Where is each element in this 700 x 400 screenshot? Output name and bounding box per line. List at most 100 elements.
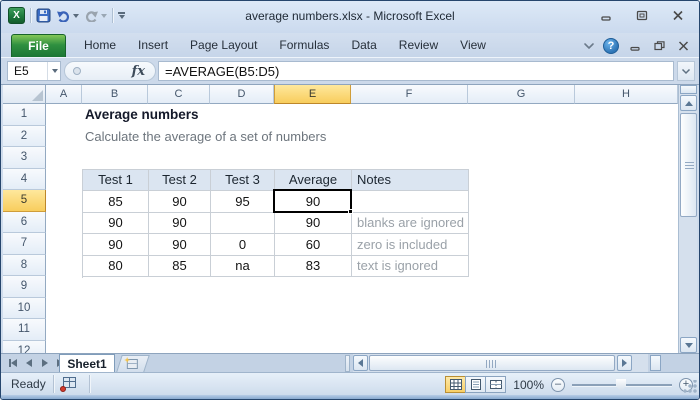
resize-grip[interactable] (684, 380, 697, 393)
tab-insert[interactable]: Insert (127, 33, 179, 57)
table-cell[interactable] (352, 191, 469, 213)
column-header-B[interactable]: B (82, 85, 148, 104)
tab-review[interactable]: Review (388, 33, 449, 57)
sheet-tab-sheet1[interactable]: Sheet1 (59, 354, 115, 372)
table-header-cell[interactable]: Test 1 (83, 169, 149, 191)
table-cell[interactable]: blanks are ignored (352, 212, 469, 234)
table-header-cell[interactable]: Average (275, 169, 352, 191)
restore-button[interactable] (631, 8, 653, 23)
column-header-E[interactable]: E (274, 85, 351, 104)
formula-bar-handle[interactable] (73, 67, 81, 75)
fill-handle[interactable] (348, 208, 353, 214)
table-header-cell[interactable]: Test 3 (211, 169, 275, 191)
formula-input[interactable]: =AVERAGE(B5:D5) (158, 61, 674, 81)
page-break-view-button[interactable] (485, 376, 507, 393)
row-header-6[interactable]: 6 (3, 211, 46, 233)
tab-page-layout[interactable]: Page Layout (179, 33, 268, 57)
tab-data[interactable]: Data (340, 33, 387, 57)
row-header-8[interactable]: 8 (3, 254, 46, 276)
minimize-button[interactable] (595, 8, 617, 23)
cell-text-title[interactable]: Average numbers (85, 107, 199, 122)
table-cell[interactable]: 90 (149, 212, 211, 234)
table-cell[interactable]: na (211, 255, 275, 277)
column-header-H[interactable]: H (575, 85, 678, 104)
previous-sheet-button[interactable] (22, 356, 35, 370)
row-header-7[interactable]: 7 (3, 233, 46, 255)
horizontal-scrollbar-thumb[interactable] (369, 355, 615, 371)
table-cell[interactable]: 85 (149, 255, 211, 277)
vertical-scrollbar-thumb[interactable] (680, 113, 697, 217)
table-cell[interactable]: 85 (83, 191, 149, 213)
table-cell[interactable]: 80 (83, 255, 149, 277)
page-layout-view-button[interactable] (465, 376, 487, 393)
table-header-cell[interactable]: Test 2 (149, 169, 211, 191)
row-header-11[interactable]: 11 (3, 319, 46, 341)
vertical-scrollbar[interactable] (678, 85, 697, 353)
tab-file[interactable]: File (11, 34, 66, 57)
row-header-3[interactable]: 3 (3, 147, 46, 169)
save-icon[interactable] (36, 7, 51, 24)
row-header-2[interactable]: 2 (3, 125, 46, 147)
tab-view[interactable]: View (449, 33, 497, 57)
close-button[interactable] (667, 8, 689, 23)
scroll-left-button[interactable] (353, 355, 368, 371)
zoom-slider-thumb[interactable] (616, 378, 626, 392)
table-cell[interactable]: 90 (83, 212, 149, 234)
column-header-G[interactable]: G (468, 85, 575, 104)
column-header-D[interactable]: D (210, 85, 274, 104)
tab-home[interactable]: Home (73, 33, 127, 57)
horizontal-split-handle[interactable] (650, 355, 661, 371)
table-cell[interactable]: 90 (83, 234, 149, 256)
insert-function-button[interactable]: fx (132, 64, 145, 79)
table-cell[interactable]: zero is included (352, 234, 469, 256)
name-box[interactable]: E5 (7, 61, 61, 81)
undo-icon[interactable] (56, 7, 79, 24)
excel-logo-icon[interactable]: X (8, 7, 25, 24)
table-cell[interactable]: 90 (275, 212, 352, 234)
column-header-A[interactable]: A (46, 85, 82, 104)
next-sheet-button[interactable] (38, 356, 51, 370)
horizontal-scrollbar[interactable] (353, 354, 648, 372)
row-header-10[interactable]: 10 (3, 297, 46, 319)
zoom-out-button[interactable]: – (551, 377, 565, 392)
table-cell[interactable]: 90 (149, 191, 211, 213)
redo-dropdown-icon[interactable] (101, 13, 107, 18)
row-header-4[interactable]: 4 (3, 168, 46, 190)
help-button[interactable]: ? (603, 38, 619, 54)
scroll-up-button[interactable] (680, 95, 697, 111)
select-all-button[interactable] (3, 85, 46, 104)
name-box-dropdown-icon[interactable] (47, 62, 60, 80)
table-cell[interactable]: 0 (211, 234, 275, 256)
first-sheet-button[interactable] (6, 356, 19, 370)
scroll-right-button[interactable] (617, 355, 632, 371)
normal-view-button[interactable] (445, 376, 467, 393)
tab-splitter[interactable] (345, 355, 350, 372)
expand-formula-bar-icon[interactable] (677, 61, 695, 81)
column-header-F[interactable]: F (351, 85, 468, 104)
table-cell[interactable]: 95 (211, 191, 275, 213)
tab-formulas[interactable]: Formulas (268, 33, 340, 57)
row-header-12[interactable]: 12 (3, 340, 46, 353)
table-header-cell[interactable]: Notes (352, 169, 469, 191)
zoom-level[interactable]: 100% (513, 378, 544, 392)
table-cell[interactable] (211, 212, 275, 234)
cell-text-subtitle[interactable]: Calculate the average of a set of number… (85, 129, 326, 144)
table-cell[interactable]: text is ignored (352, 255, 469, 277)
row-header-1[interactable]: 1 (3, 104, 46, 126)
workbook-restore-button[interactable] (651, 39, 667, 54)
workbook-close-button[interactable] (675, 39, 691, 54)
undo-dropdown-icon[interactable] (73, 13, 79, 18)
table-cell[interactable]: 83 (275, 255, 352, 277)
macro-record-button[interactable] (60, 377, 77, 392)
scroll-down-button[interactable] (680, 337, 697, 353)
redo-icon[interactable] (84, 7, 107, 24)
table-cell[interactable]: 90 (149, 234, 211, 256)
workbook-minimize-button[interactable] (627, 39, 643, 54)
zoom-slider[interactable] (572, 378, 672, 392)
split-handle[interactable] (680, 85, 697, 94)
column-header-C[interactable]: C (148, 85, 210, 104)
row-header-5[interactable]: 5 (3, 190, 46, 212)
table-cell[interactable]: 60 (275, 234, 352, 256)
chevron-down-icon[interactable] (583, 37, 595, 55)
row-header-9[interactable]: 9 (3, 276, 46, 298)
